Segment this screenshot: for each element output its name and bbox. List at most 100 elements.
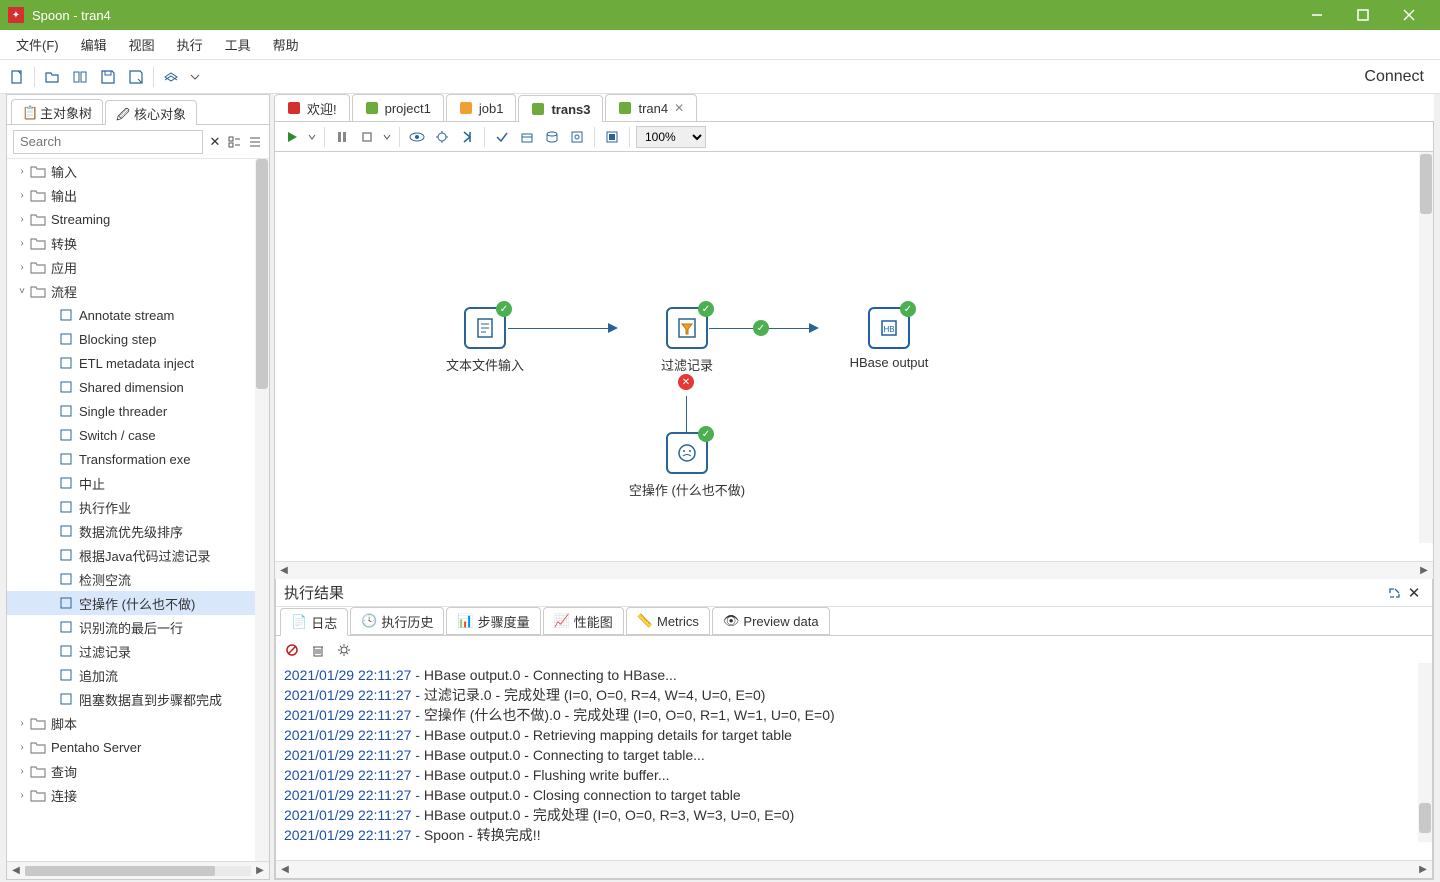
pause-icon[interactable] bbox=[331, 126, 353, 148]
log-vscrollbar[interactable] bbox=[1418, 663, 1432, 842]
tree-folder[interactable]: ›Streaming bbox=[7, 207, 269, 231]
close-tab-icon[interactable]: ✕ bbox=[674, 101, 684, 115]
clear-log-icon[interactable] bbox=[308, 640, 328, 660]
sidetab-core[interactable]: 🖉核心对象 bbox=[105, 100, 197, 125]
tree-folder[interactable]: ›连接 bbox=[7, 783, 269, 807]
step-icon bbox=[57, 524, 75, 538]
results-icon[interactable] bbox=[601, 126, 623, 148]
impact-icon[interactable] bbox=[516, 126, 538, 148]
content-area: 欢迎!project1job1trans3tran4✕ 100% bbox=[274, 94, 1434, 880]
tree-step[interactable]: Shared dimension bbox=[7, 375, 269, 399]
stop-log-icon[interactable] bbox=[282, 640, 302, 660]
log-line: 2021/01/29 22:11:27 - HBase output.0 - F… bbox=[284, 765, 1424, 785]
node-noop[interactable]: ✓ 空操作 (什么也不做) bbox=[607, 432, 767, 499]
node-hbase[interactable]: HB✓ HBase output bbox=[829, 307, 949, 370]
new-icon[interactable] bbox=[6, 66, 28, 88]
stop-dropdown-icon[interactable] bbox=[381, 126, 393, 148]
tree-folder[interactable]: ›脚本 bbox=[7, 711, 269, 735]
menu-help[interactable]: 帮助 bbox=[263, 31, 309, 58]
maximize-results-icon[interactable] bbox=[1384, 583, 1404, 603]
menu-tools[interactable]: 工具 bbox=[215, 31, 261, 58]
log-line: 2021/01/29 22:11:27 - HBase output.0 - C… bbox=[284, 665, 1424, 685]
tree-folder[interactable]: ›查询 bbox=[7, 759, 269, 783]
transformation-canvas[interactable]: ✓ ✕ ✓ 文本文件输入 ✓ 过滤记录 HB✓ HBase output bbox=[275, 152, 1433, 561]
tree-step[interactable]: 阻塞数据直到步骤都完成 bbox=[7, 687, 269, 711]
log-message: HBase output.0 - Connecting to HBase... bbox=[424, 667, 677, 683]
canvas-hscrollbar[interactable]: ◀▶ bbox=[275, 561, 1433, 579]
tree-step[interactable]: Transformation exe bbox=[7, 447, 269, 471]
result-tab[interactable]: 📄日志 bbox=[280, 608, 348, 636]
close-button[interactable] bbox=[1386, 0, 1432, 30]
canvas-vscrollbar[interactable] bbox=[1419, 152, 1433, 543]
tree-step[interactable]: 空操作 (什么也不做) bbox=[7, 591, 269, 615]
tree-step[interactable]: 追加流 bbox=[7, 663, 269, 687]
maximize-button[interactable] bbox=[1340, 0, 1386, 30]
tree-vscrollbar[interactable] bbox=[255, 159, 269, 861]
result-tab[interactable]: 📈性能图 bbox=[543, 607, 624, 635]
log-timestamp: 2021/01/29 22:11:27 bbox=[284, 807, 411, 823]
chevron-down-icon[interactable] bbox=[188, 66, 202, 88]
tree-folder[interactable]: ›输入 bbox=[7, 159, 269, 183]
tree-folder[interactable]: ˅流程 bbox=[7, 279, 269, 303]
tree-folder[interactable]: ›Pentaho Server bbox=[7, 735, 269, 759]
editor-tab[interactable]: job1 bbox=[446, 94, 517, 121]
connect-button[interactable]: Connect bbox=[1364, 68, 1434, 86]
log-settings-icon[interactable] bbox=[334, 640, 354, 660]
tree-step[interactable]: ETL metadata inject bbox=[7, 351, 269, 375]
tree-step[interactable]: 中止 bbox=[7, 471, 269, 495]
tree-step[interactable]: 数据流优先级排序 bbox=[7, 519, 269, 543]
node-filter[interactable]: ✓ 过滤记录 bbox=[627, 307, 747, 374]
open-icon[interactable] bbox=[41, 66, 63, 88]
expand-tree-icon[interactable] bbox=[227, 131, 243, 153]
perspective-icon[interactable] bbox=[160, 66, 182, 88]
menu-file[interactable]: 文件(F) bbox=[6, 31, 69, 58]
tree-step[interactable]: 识别流的最后一行 bbox=[7, 615, 269, 639]
tree-folder[interactable]: ›应用 bbox=[7, 255, 269, 279]
tree-step[interactable]: Blocking step bbox=[7, 327, 269, 351]
verify-icon[interactable] bbox=[491, 126, 513, 148]
tree-folder[interactable]: ›输出 bbox=[7, 183, 269, 207]
tree-step[interactable]: Annotate stream bbox=[7, 303, 269, 327]
editor-tab[interactable]: tran4✕ bbox=[605, 94, 697, 121]
explore-db-icon[interactable] bbox=[566, 126, 588, 148]
run-icon[interactable] bbox=[281, 126, 303, 148]
result-tab-icon: 📏 bbox=[637, 613, 653, 629]
collapse-tree-icon[interactable] bbox=[247, 131, 263, 153]
saveas-icon[interactable] bbox=[125, 66, 147, 88]
minimize-button[interactable] bbox=[1294, 0, 1340, 30]
run-dropdown-icon[interactable] bbox=[306, 126, 318, 148]
close-results-icon[interactable]: ✕ bbox=[1404, 583, 1424, 603]
menu-view[interactable]: 视图 bbox=[119, 31, 165, 58]
node-text-input[interactable]: ✓ 文本文件输入 bbox=[425, 307, 545, 374]
result-tab[interactable]: 📊步骤度量 bbox=[446, 607, 540, 635]
sidetab-main[interactable]: 📋主对象树 bbox=[11, 99, 103, 124]
clear-search-icon[interactable]: ✕ bbox=[207, 131, 223, 153]
result-tab-label: 步骤度量 bbox=[478, 612, 530, 631]
tree-step[interactable]: 检测空流 bbox=[7, 567, 269, 591]
search-input[interactable] bbox=[13, 130, 203, 154]
menu-edit[interactable]: 编辑 bbox=[71, 31, 117, 58]
save-icon[interactable] bbox=[97, 66, 119, 88]
tree-step[interactable]: 执行作业 bbox=[7, 495, 269, 519]
zoom-select[interactable]: 100% bbox=[636, 126, 706, 148]
debug-icon[interactable] bbox=[431, 126, 453, 148]
stop-icon[interactable] bbox=[356, 126, 378, 148]
menu-run[interactable]: 执行 bbox=[167, 31, 213, 58]
result-tab[interactable]: 👁Preview data bbox=[712, 607, 830, 635]
result-tab[interactable]: 📏Metrics bbox=[626, 607, 710, 635]
preview-icon[interactable] bbox=[406, 126, 428, 148]
sql-icon[interactable] bbox=[541, 126, 563, 148]
editor-tab[interactable]: 欢迎! bbox=[274, 94, 350, 121]
tree-step[interactable]: 过滤记录 bbox=[7, 639, 269, 663]
editor-tab[interactable]: trans3 bbox=[518, 95, 603, 122]
tree-step[interactable]: Switch / case bbox=[7, 423, 269, 447]
tree-hscrollbar[interactable]: ◀▶ bbox=[7, 861, 269, 879]
editor-tab[interactable]: project1 bbox=[352, 94, 444, 121]
result-tab[interactable]: 🕓执行历史 bbox=[350, 607, 444, 635]
replay-icon[interactable] bbox=[456, 126, 478, 148]
tree-step[interactable]: 根据Java代码过滤记录 bbox=[7, 543, 269, 567]
tree-step[interactable]: Single threader bbox=[7, 399, 269, 423]
tree-folder[interactable]: ›转换 bbox=[7, 231, 269, 255]
explore-icon[interactable] bbox=[69, 66, 91, 88]
log-hscrollbar[interactable]: ◀▶ bbox=[276, 860, 1432, 878]
